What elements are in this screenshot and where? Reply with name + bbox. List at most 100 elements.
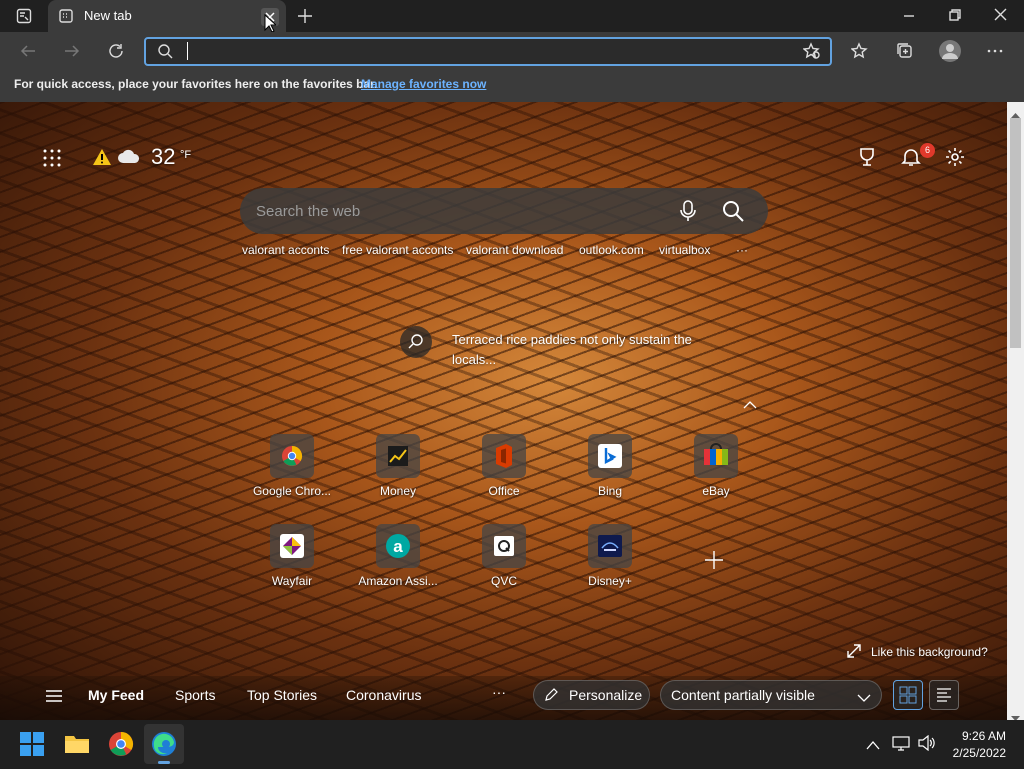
restore-button[interactable] [946,7,964,28]
quick-link-label: Wayfair [271,574,313,588]
quick-link-label: Bing [597,484,623,498]
more-horizontal-icon [987,49,1003,53]
feed-tab-top-stories[interactable]: Top Stories [247,687,317,703]
image-caption-line-1[interactable]: Terraced rice paddies not only sustain t… [452,332,692,347]
arrow-right-icon [65,45,80,57]
quick-link-amazon-assistant[interactable]: a [376,524,420,568]
grid-layout-button[interactable] [893,680,923,710]
feed-tab-coronavirus[interactable]: Coronavirus [346,687,421,703]
star-add-icon [802,42,820,59]
collections-button[interactable] [896,42,914,65]
quick-link-label: Office [488,484,520,498]
search-icon [157,43,173,64]
image-info-button[interactable] [400,326,432,358]
folder-icon [65,736,89,753]
trending-search-2[interactable]: free valorant acconts [342,243,453,257]
grid-view-icon [899,686,917,704]
notifications-button[interactable] [901,147,921,172]
add-quick-link-button[interactable] [704,550,724,575]
tab-actions-icon[interactable] [16,8,32,29]
collapse-links-button[interactable] [743,396,757,414]
quick-link-office[interactable] [482,434,526,478]
page-settings-button[interactable] [945,147,965,172]
text-caret [187,42,188,60]
rewards-button[interactable] [857,147,877,172]
address-bar[interactable] [144,37,832,66]
quick-link-disney-plus[interactable] [588,524,632,568]
forward-button[interactable] [63,42,81,65]
edge-taskbar-button[interactable] [144,724,184,764]
list-layout-button[interactable] [929,680,959,710]
weather-alert-icon[interactable] [92,148,112,171]
quick-link-qvc[interactable] [482,524,526,568]
quick-link-bing[interactable] [588,434,632,478]
refresh-button[interactable] [107,42,125,65]
app-launcher-button[interactable] [43,149,61,172]
clock-time[interactable]: 9:26 AM [940,729,1006,743]
web-search-button[interactable] [721,199,745,228]
like-background-link[interactable]: Like this background? [871,645,988,659]
person-icon [942,44,958,59]
search-icon [408,334,423,349]
plus-icon [705,551,723,569]
chevron-down-icon [857,690,871,708]
favorites-button[interactable] [850,42,869,65]
weather-unit[interactable]: °F [180,149,191,161]
quick-link-google-chrome[interactable] [270,434,314,478]
ebay-bag-icon [704,443,728,465]
pencil-icon [544,688,558,707]
disney-plus-icon [598,535,622,557]
trending-search-4[interactable]: outlook.com [579,243,644,257]
trending-search-3[interactable]: valorant download [466,243,563,257]
bell-icon [901,149,921,166]
list-view-icon [937,688,951,702]
quick-link-wayfair[interactable] [270,524,314,568]
volume-icon[interactable] [918,734,936,756]
quick-link-label: QVC [490,574,517,588]
scrollbar-thumb[interactable] [1010,118,1021,348]
trending-more-button[interactable]: ··· [736,243,748,257]
gear-icon [946,148,964,166]
quick-link-ebay[interactable] [694,434,738,478]
feed-menu-button[interactable] [46,689,62,707]
close-window-button[interactable] [992,7,1010,28]
quick-link-label: eBay [702,484,730,498]
profile-avatar[interactable] [939,40,961,62]
collections-icon [897,43,912,58]
restore-icon [949,9,961,21]
svg-text:a: a [393,537,403,556]
money-chart-icon [388,446,408,466]
content-visibility-value: Content partially visible [671,687,815,703]
close-icon [994,8,1007,21]
feed-tab-sports[interactable]: Sports [175,687,215,703]
chevron-up-icon [743,401,757,409]
image-caption-line-2[interactable]: locals... [452,352,496,367]
notification-badge: 6 [920,143,935,158]
new-tab-button[interactable] [296,7,314,30]
clock-date[interactable]: 2/25/2022 [940,746,1006,760]
network-icon[interactable] [892,734,910,757]
trending-search-1[interactable]: valorant acconts [242,243,329,257]
edge-icon [152,732,176,756]
chevron-up-icon [866,741,880,750]
weather-temperature[interactable]: 32 [151,144,175,170]
trending-search-5[interactable]: virtualbox [659,243,710,257]
search-icon [723,201,744,222]
quick-link-money[interactable] [376,434,420,478]
minimize-icon [904,15,914,17]
feed-more-button[interactable]: ··· [492,684,506,700]
wayfair-icon [280,534,304,558]
chrome-taskbar-button[interactable] [108,731,134,762]
tab-title: New tab [84,8,132,23]
start-button[interactable] [20,732,44,761]
voice-search-button[interactable] [678,199,698,228]
minimize-button[interactable] [900,8,918,29]
manage-favorites-link[interactable]: Manage favorites now [361,77,486,91]
add-favorite-button[interactable] [802,42,821,65]
settings-more-button[interactable] [986,42,1004,65]
show-hidden-icons-button[interactable] [866,737,880,755]
file-explorer-button[interactable] [64,732,90,759]
feed-tab-my-feed[interactable]: My Feed [88,687,144,703]
web-search-placeholder[interactable]: Search the web [256,203,360,220]
back-button[interactable] [19,42,37,65]
